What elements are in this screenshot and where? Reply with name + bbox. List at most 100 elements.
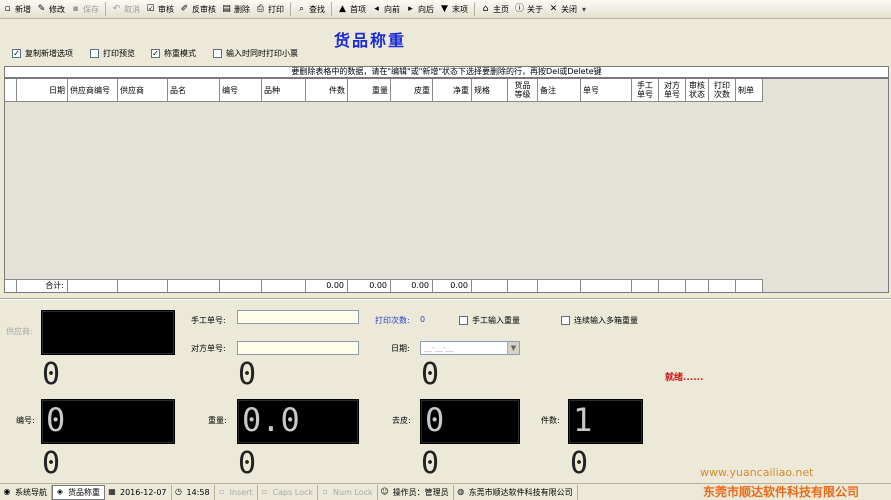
footer-total-cell [659, 279, 686, 292]
manual-weight-checkbox[interactable] [459, 316, 468, 325]
toolbar-home-button[interactable]: ⌂ 主页 [478, 1, 512, 18]
footer-total-cell: 合计: [17, 279, 68, 292]
column-header[interactable]: 手工 单号 [632, 79, 659, 102]
print-ticket-checkbox[interactable] [213, 49, 222, 58]
column-header[interactable]: 货品 等级 [508, 79, 538, 102]
toolbar-button-label: 向前 [384, 4, 400, 14]
copy-add-option[interactable]: ✓ 复制新增选项 [12, 48, 73, 59]
toolbar-find-button[interactable]: ⌕ 查找 [294, 1, 328, 18]
weigh-mode-checkbox[interactable]: ✓ [151, 49, 160, 58]
toolbar-undo-button[interactable]: ↶ 取消 [109, 1, 143, 18]
tare-zero: 0 [421, 446, 440, 481]
column-header[interactable]: 供应商 [118, 79, 168, 102]
toolbar-edit-button[interactable]: ✎ 修改 [34, 1, 68, 18]
weighing-grid[interactable]: 日期 供应商编号 供应商 品名 编号 品种 件数 重量 皮重 净重 规格 货品 等级 备注 单号 手工 单号… [4, 78, 889, 293]
their-no-label: 对方单号: [191, 344, 226, 353]
footer-total-cell [118, 279, 168, 292]
taskbar-item[interactable]: ▫ Num Lock [318, 484, 378, 500]
toolbar-delete-button[interactable]: ▤ 删除 [219, 1, 253, 18]
multi-weight-option[interactable]: 连续输入多箱重量 [561, 315, 638, 326]
toolbar-unaudit-button[interactable]: ✐ 反审核 [177, 1, 219, 18]
footer-total-cell [686, 279, 709, 292]
weigh-mode-label: 称重模式 [164, 49, 196, 58]
print-ticket-label: 输入时同时打印小票 [226, 49, 298, 58]
taskbar-item[interactable]: ◷ 14:58 [172, 484, 215, 500]
company-icon: ◍ [457, 487, 465, 496]
footer-total-cell [168, 279, 220, 292]
taskbar-item[interactable]: ▫ Caps Lock [258, 484, 319, 500]
toolbar-next-button[interactable]: ▸ 向后 [403, 1, 437, 18]
taskbar-item-label: 东莞市顺达软件科技有限公司 [468, 487, 573, 497]
column-header[interactable]: 品名 [168, 79, 220, 102]
toolbar-save-button[interactable]: ▪ 保存 [68, 1, 102, 18]
taskbar-item-label: Caps Lock [272, 487, 314, 497]
column-header[interactable]: 日期 [17, 79, 68, 102]
column-header[interactable]: 对方 单号 [659, 79, 686, 102]
taskbar-item[interactable]: ▫ Insert [215, 484, 258, 500]
column-header[interactable] [5, 79, 17, 102]
print-ticket-option[interactable]: 输入时同时打印小票 [213, 48, 298, 59]
pieces-zero: 0 [570, 446, 589, 481]
column-header[interactable]: 制单 [736, 79, 763, 102]
column-header[interactable]: 单号 [581, 79, 632, 102]
column-header[interactable]: 规格 [472, 79, 508, 102]
taskbar-item[interactable]: ▦ 2016-12-07 [105, 484, 172, 500]
taskbar-item[interactable]: ◈ 货品称重 [52, 484, 105, 500]
unaudit-icon: ✐ [180, 3, 189, 14]
date-input[interactable]: __-__-__ ▼ [420, 341, 520, 355]
last-icon: ▼ [441, 3, 448, 14]
column-header[interactable]: 审核 状态 [686, 79, 709, 102]
column-header[interactable]: 备注 [538, 79, 581, 102]
clock-icon: ◷ [175, 487, 182, 496]
column-header[interactable]: 净重 [433, 79, 472, 102]
print-preview-option[interactable]: 打印预览 [90, 48, 135, 59]
toolbar-overflow-icon[interactable]: ▾ [580, 1, 588, 18]
pieces-label: 件数: [541, 416, 560, 425]
footer-total-cell: 0.00 [433, 279, 472, 292]
toolbar-audit-button[interactable]: ☑ 审核 [143, 1, 177, 18]
weigh-mode-option[interactable]: ✓ 称重模式 [151, 48, 196, 59]
footer-total-cell [632, 279, 659, 292]
toolbar-button-label: 修改 [49, 4, 65, 14]
toolbar-last-button[interactable]: ▼ 末项 [437, 1, 471, 18]
toolbar-prev-button[interactable]: ◂ 向前 [369, 1, 403, 18]
main-toolbar: ▫ 新增 ✎ 修改 ▪ 保存 ↶ 取消 ☑ 审核 ✐ 反审核 ▤ 删除 ⎙ 打印 ⌕ 查找 ▲ 首项 ◂ 向前 ▸ 向后 ▼ 末项… [0, 0, 891, 19]
toolbar-about-button[interactable]: ⓘ 关于 [512, 1, 546, 18]
column-header[interactable]: 重量 [348, 79, 391, 102]
date-label: 日期: [391, 344, 410, 353]
toolbar-separator [105, 2, 106, 16]
manual-no-input[interactable] [237, 310, 359, 324]
taskbar-item[interactable]: ☺ 操作员：管理员 [378, 484, 454, 500]
about-icon: ⓘ [514, 3, 524, 14]
column-header[interactable]: 供应商编号 [68, 79, 118, 102]
print-preview-checkbox[interactable] [90, 49, 99, 58]
print-icon: ⎙ [256, 3, 265, 14]
column-header[interactable]: 编号 [220, 79, 262, 102]
column-header[interactable]: 件数 [306, 79, 348, 102]
nav-icon: ◉ [3, 487, 11, 496]
chevron-down-icon[interactable]: ▼ [507, 342, 519, 354]
copy-add-label: 复制新增选项 [25, 49, 73, 58]
copy-add-checkbox[interactable]: ✓ [12, 49, 21, 58]
taskbar-item[interactable]: ◍ 东莞市顺达软件科技有限公司 [454, 484, 578, 500]
their-no-zero: 0 [238, 357, 257, 392]
multi-weight-checkbox[interactable] [561, 316, 570, 325]
supplier-label: 供应商: [6, 327, 33, 336]
new-icon: ▫ [4, 3, 11, 14]
column-header[interactable]: 品种 [262, 79, 306, 102]
toolbar-print-button[interactable]: ⎙ 打印 [253, 1, 287, 18]
user-icon: ☺ [380, 487, 389, 496]
toolbar-first-button[interactable]: ▲ 首项 [335, 1, 369, 18]
column-header[interactable]: 皮重 [391, 79, 433, 102]
grid-header: 日期 供应商编号 供应商 品名 编号 品种 件数 重量 皮重 净重 规格 货品 等级 备注 单号 手工 单号… [5, 79, 763, 102]
toolbar-close-button[interactable]: ✕ 关闭 [546, 1, 580, 18]
taskbar-item[interactable]: ◉ 系统导航 [0, 484, 52, 500]
manual-weight-option[interactable]: 手工输入重量 [459, 315, 520, 326]
watermark-company: 东莞市顺达软件科技有限公司 [703, 485, 860, 499]
their-no-input[interactable] [237, 341, 359, 355]
column-header[interactable]: 打印 次数 [709, 79, 736, 102]
footer-total-cell [581, 279, 632, 292]
taskbar-item-label: 操作员：管理员 [392, 487, 449, 497]
taskbar-item-label: 2016-12-07 [120, 487, 167, 497]
toolbar-new-button[interactable]: ▫ 新增 [0, 1, 34, 18]
